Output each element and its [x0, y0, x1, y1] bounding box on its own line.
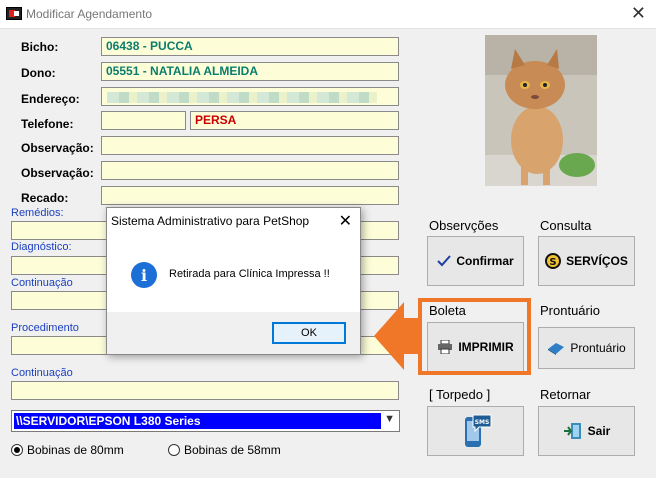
prontuario-group-label: Prontuário — [540, 303, 600, 318]
retornar-group-label: Retornar — [540, 387, 591, 402]
annotation-highlight-box — [418, 298, 531, 375]
dono-label: Dono: — [21, 66, 56, 80]
diagnostico-label: Diagnóstico: — [11, 241, 72, 253]
observacao1-label: Observação: — [21, 141, 94, 155]
dialog-message: Retirada para Clínica Impressa !! — [169, 268, 330, 280]
torpedo-sms-button[interactable]: SMS — [427, 406, 524, 456]
radio-58mm-indicator[interactable] — [168, 444, 180, 456]
telefone-label: Telefone: — [21, 117, 74, 131]
info-icon: i — [131, 262, 157, 288]
dialog-body: i Retirada para Clínica Impressa !! — [107, 236, 360, 312]
check-icon — [437, 255, 452, 267]
dialog-footer: OK — [107, 312, 360, 354]
recado-field[interactable] — [101, 186, 399, 205]
remedios-label: Remédios: — [11, 207, 64, 219]
sair-button-label: Sair — [587, 424, 611, 438]
printer-select[interactable]: \\SERVIDOR\EPSON L380 Series ▼ — [11, 410, 400, 432]
procedimento-label: Procedimento — [11, 322, 79, 334]
prontuario-button[interactable]: Prontuário — [538, 327, 635, 369]
telefone-field[interactable] — [101, 111, 186, 130]
continuacao1-label: Continuação — [11, 277, 73, 289]
pet-photo — [485, 35, 597, 186]
title-bar: Modificar Agendamento ✕ — [0, 0, 656, 29]
svg-text:SMS: SMS — [474, 419, 489, 426]
dialog-close-button[interactable]: ✕ — [339, 211, 352, 231]
bicho-field[interactable]: 06438 - PUCCA — [101, 37, 399, 56]
window-close-button[interactable]: ✕ — [631, 3, 646, 24]
confirmar-button-label: Confirmar — [456, 254, 514, 268]
sms-phone-icon: SMS — [459, 413, 493, 449]
observacao2-label: Observação: — [21, 166, 94, 180]
book-icon — [547, 341, 565, 355]
sair-button[interactable]: Sair — [538, 406, 635, 456]
chevron-down-icon[interactable]: ▼ — [384, 413, 395, 425]
observacao2-field[interactable] — [101, 161, 399, 180]
servicos-button[interactable]: S SERVÍÇOS — [538, 236, 635, 286]
endereco-field[interactable] — [101, 87, 399, 106]
window-title: Modificar Agendamento — [26, 7, 153, 21]
redacted-address — [107, 92, 377, 103]
bicho-label: Bicho: — [21, 40, 59, 54]
dialog-title: Sistema Administrativo para PetShop — [111, 214, 310, 228]
svg-text:S: S — [549, 257, 556, 268]
observacoes-group-label: Observções — [429, 218, 499, 233]
torpedo-group-label: [ Torpedo ] — [429, 387, 491, 402]
message-dialog: Sistema Administrativo para PetShop ✕ i … — [106, 207, 361, 355]
servicos-button-label: SERVÍÇOS — [566, 254, 628, 268]
radio-58mm-label: Bobinas de 58mm — [184, 443, 281, 457]
ok-button[interactable]: OK — [272, 322, 346, 344]
endereco-label: Endereço: — [21, 92, 80, 106]
exit-door-icon — [563, 421, 583, 441]
recado-label: Recado: — [21, 191, 69, 205]
dono-field[interactable]: 05551 - NATALIA ALMEIDA — [101, 62, 399, 81]
prontuario-button-label: Prontuário — [570, 341, 626, 355]
radio-58mm[interactable]: Bobinas de 58mm — [168, 443, 281, 457]
consulta-group-label: Consulta — [540, 218, 592, 233]
printer-selected-value: \\SERVIDOR\EPSON L380 Series — [14, 413, 381, 429]
confirmar-button[interactable]: Confirmar — [427, 236, 524, 286]
servicos-s-icon: S — [545, 253, 562, 269]
radio-80mm-label: Bobinas de 80mm — [27, 443, 124, 457]
radio-80mm-indicator[interactable] — [11, 444, 23, 456]
observacao1-field[interactable] — [101, 136, 399, 155]
raca-field[interactable]: PERSA — [190, 111, 399, 130]
continuacao2-label: Continuação — [11, 367, 73, 379]
app-icon — [6, 7, 22, 20]
continuacao2-field[interactable] — [11, 381, 399, 400]
radio-80mm[interactable]: Bobinas de 80mm — [11, 443, 124, 457]
annotation-arrow-icon — [374, 302, 420, 370]
